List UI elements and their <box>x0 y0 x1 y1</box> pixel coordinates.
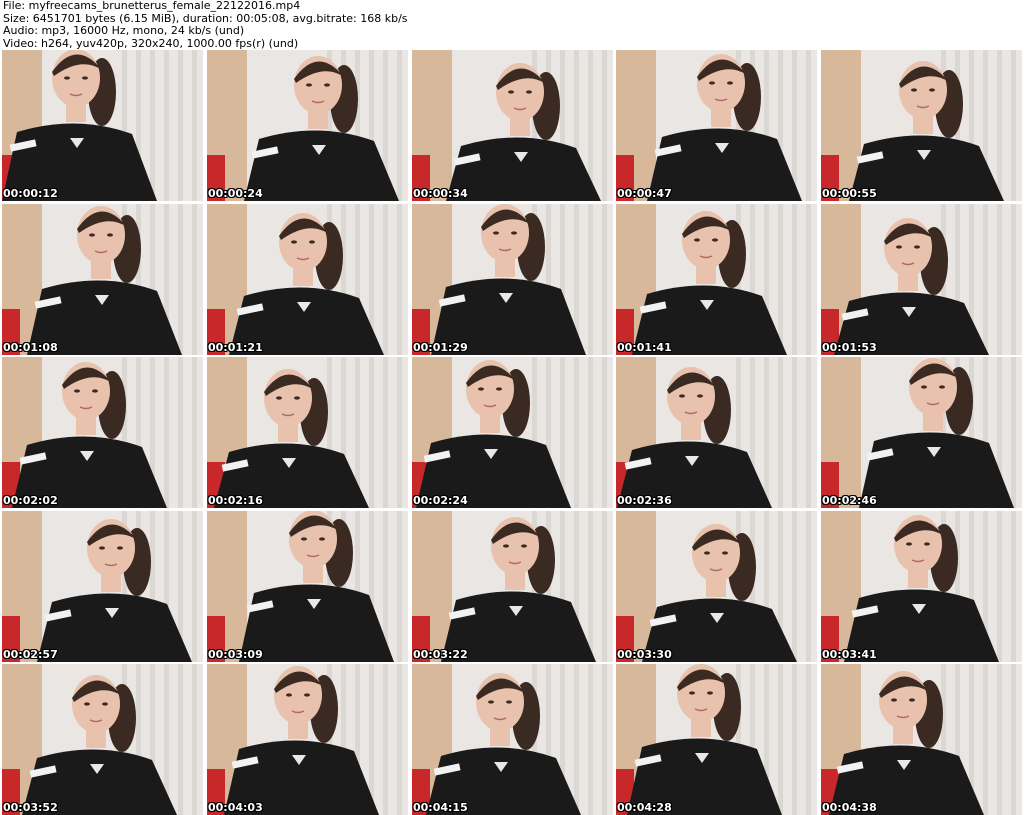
video-thumbnail: 00:02:16 <box>207 357 408 508</box>
frame-image <box>821 50 1022 201</box>
timestamp-label: 00:02:57 <box>3 648 58 661</box>
video-thumbnail: 00:02:36 <box>616 357 817 508</box>
video-thumbnail: 00:01:29 <box>412 204 613 355</box>
timestamp-label: 00:03:41 <box>822 648 877 661</box>
frame-image <box>821 511 1022 662</box>
frame-image <box>207 664 408 815</box>
video-thumbnail: 00:00:34 <box>412 50 613 201</box>
video-thumbnail: 00:00:55 <box>821 50 1022 201</box>
timestamp-label: 00:02:36 <box>617 494 672 507</box>
video-thumbnail: 00:02:46 <box>821 357 1022 508</box>
frame-image <box>2 511 203 662</box>
timestamp-label: 00:04:15 <box>413 801 468 814</box>
file-line: File: myfreecams_brunetterus_female_2212… <box>3 0 301 12</box>
timestamp-label: 00:00:24 <box>208 187 263 200</box>
file-info-header: File: myfreecams_brunetterus_female_2212… <box>3 0 1021 50</box>
video-thumbnail: 00:01:21 <box>207 204 408 355</box>
video-thumbnail: 00:04:38 <box>821 664 1022 815</box>
video-thumbnail: 00:02:02 <box>2 357 203 508</box>
timestamp-label: 00:02:02 <box>3 494 58 507</box>
timestamp-label: 00:00:47 <box>617 187 672 200</box>
frame-image <box>412 511 613 662</box>
video-thumbnail: 00:03:09 <box>207 511 408 662</box>
frame-image <box>821 664 1022 815</box>
frame-image <box>616 357 817 508</box>
video-thumbnail: 00:01:08 <box>2 204 203 355</box>
timestamp-label: 00:00:55 <box>822 187 877 200</box>
frame-image <box>207 204 408 355</box>
frame-image <box>821 357 1022 508</box>
timestamp-label: 00:04:03 <box>208 801 263 814</box>
timestamp-label: 00:03:52 <box>3 801 58 814</box>
frame-image <box>207 357 408 508</box>
video-thumbnail: 00:02:24 <box>412 357 613 508</box>
video-thumbnail: 00:03:52 <box>2 664 203 815</box>
timestamp-label: 00:03:30 <box>617 648 672 661</box>
video-thumbnail: 00:02:57 <box>2 511 203 662</box>
video-thumbnail: 00:04:03 <box>207 664 408 815</box>
timestamp-label: 00:01:41 <box>617 341 672 354</box>
frame-image <box>616 664 817 815</box>
timestamp-label: 00:01:08 <box>3 341 58 354</box>
video-thumbnail: 00:01:53 <box>821 204 1022 355</box>
video-line: Video: h264, yuv420p, 320x240, 1000.00 f… <box>3 36 299 50</box>
frame-image <box>412 664 613 815</box>
frame-image <box>2 357 203 508</box>
frame-image <box>412 357 613 508</box>
frame-image <box>616 50 817 201</box>
video-thumbnail: 00:00:47 <box>616 50 817 201</box>
video-thumbnail: 00:00:12 <box>2 50 203 201</box>
timestamp-label: 00:01:21 <box>208 341 263 354</box>
timestamp-label: 00:02:16 <box>208 494 263 507</box>
video-thumbnail: 00:03:30 <box>616 511 817 662</box>
timestamp-label: 00:04:38 <box>822 801 877 814</box>
timestamp-label: 00:01:29 <box>413 341 468 354</box>
frame-image <box>2 664 203 815</box>
timestamp-label: 00:04:28 <box>617 801 672 814</box>
frame-image <box>412 50 613 201</box>
video-thumbnail: 00:04:15 <box>412 664 613 815</box>
video-thumbnail: 00:00:24 <box>207 50 408 201</box>
frame-image <box>207 511 408 662</box>
frame-image <box>616 204 817 355</box>
video-thumbnail: 00:03:22 <box>412 511 613 662</box>
frame-image <box>207 50 408 201</box>
video-thumbnail: 00:01:41 <box>616 204 817 355</box>
frame-image <box>412 204 613 355</box>
video-thumbnail: 00:04:28 <box>616 664 817 815</box>
frame-image <box>2 50 203 201</box>
timestamp-label: 00:00:34 <box>413 187 468 200</box>
thumbnail-grid: 00:00:12 00:00:24 00:00:34 00:00:47 00:00:55… <box>2 50 1022 815</box>
audio-line: Audio: mp3, 16000 Hz, mono, 24 kb/s (und… <box>3 24 245 37</box>
frame-image <box>616 511 817 662</box>
timestamp-label: 00:00:12 <box>3 187 58 200</box>
frame-image <box>2 204 203 355</box>
video-thumbnail: 00:03:41 <box>821 511 1022 662</box>
timestamp-label: 00:03:09 <box>208 648 263 661</box>
timestamp-label: 00:01:53 <box>822 341 877 354</box>
frame-image <box>821 204 1022 355</box>
timestamp-label: 00:02:24 <box>413 494 468 507</box>
timestamp-label: 00:02:46 <box>822 494 877 507</box>
timestamp-label: 00:03:22 <box>413 648 468 661</box>
